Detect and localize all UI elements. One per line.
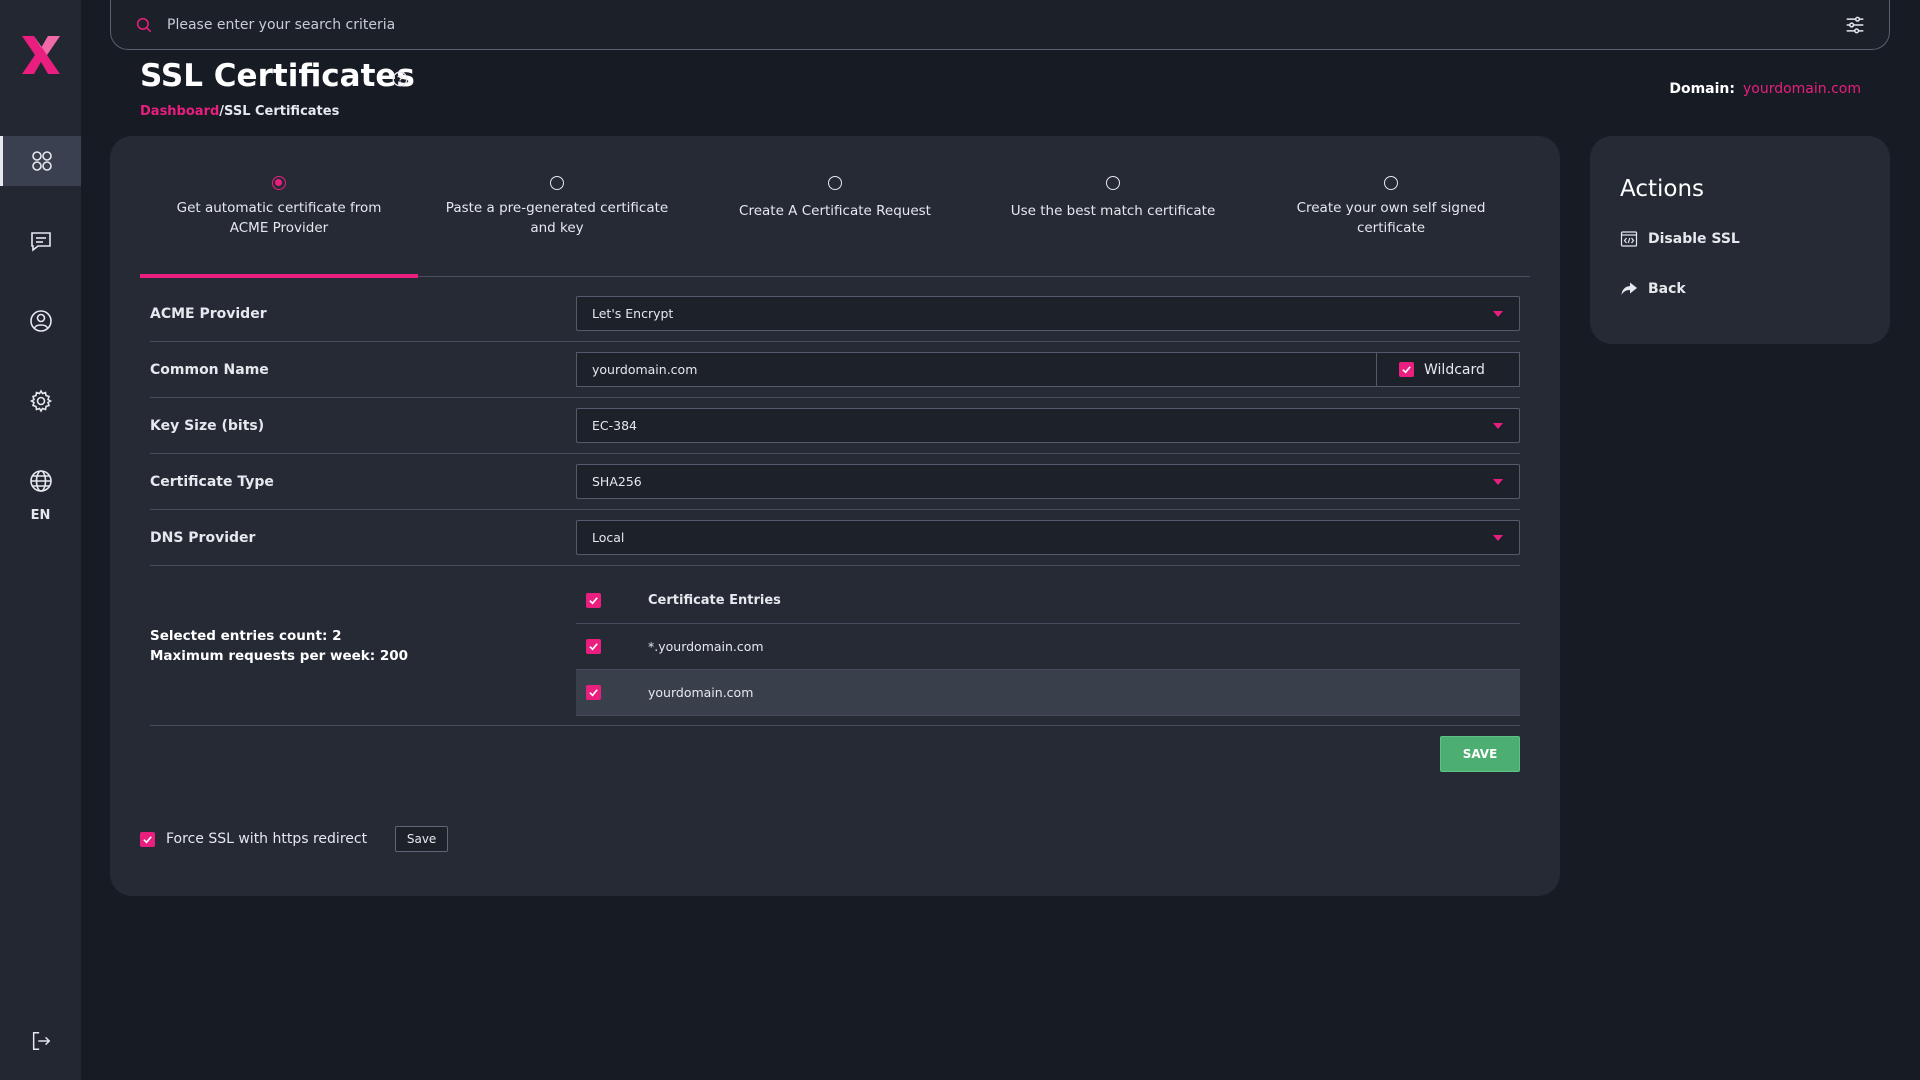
ssl-card: Get automatic certificate from ACME Prov…: [110, 136, 1560, 896]
active-step-indicator: [140, 274, 418, 278]
max-requests: Maximum requests per week: 200: [150, 648, 409, 664]
sidebar-item-language[interactable]: [0, 456, 81, 506]
step-label: Use the best match certificate: [1010, 203, 1216, 219]
step-label: Paste a pre-generated certificate and ke…: [445, 200, 669, 236]
language-label[interactable]: EN: [0, 508, 81, 523]
sidebar: EN: [0, 0, 81, 1080]
entries-divider: [150, 725, 1520, 726]
wildcard-checkbox[interactable]: Wildcard: [1376, 352, 1520, 387]
gear-icon: [29, 389, 52, 413]
force-ssl-label[interactable]: Force SSL with https redirect: [166, 831, 367, 847]
dns-provider-row: DNS Provider Local: [150, 510, 1520, 566]
code-window-icon: [1620, 231, 1638, 247]
step-radio[interactable]: [1106, 176, 1120, 190]
save-button[interactable]: SAVE: [1440, 736, 1520, 772]
certificate-type-select[interactable]: SHA256: [576, 464, 1520, 499]
step-label: Get automatic certificate from ACME Prov…: [176, 200, 382, 236]
chevron-down-icon: [1493, 311, 1503, 317]
chat-icon: [30, 232, 51, 252]
disable-ssl-action[interactable]: Disable SSL: [1620, 230, 1740, 248]
entries-info: Selected entries count: 2 Maximum reques…: [150, 626, 408, 666]
step-label: Create your own self signed certificate: [1296, 200, 1486, 236]
force-ssl-checkbox[interactable]: [140, 831, 155, 847]
step-radio[interactable]: [272, 176, 286, 190]
breadcrumb-current: SSL Certificates: [224, 104, 340, 119]
chevron-down-icon: [1493, 479, 1503, 485]
x-logo[interactable]: [20, 34, 62, 76]
grid-icon: [32, 151, 52, 171]
domain-value[interactable]: yourdomain.com: [1743, 81, 1861, 97]
user-icon: [29, 310, 52, 332]
dns-provider-select[interactable]: Local: [576, 520, 1520, 555]
dns-provider-label: DNS Provider: [150, 529, 256, 546]
actions-panel: Actions Disable SSL Back: [1590, 136, 1890, 344]
common-name-row: Common Name yourdomain.com Wildcard: [150, 342, 1520, 398]
share-arrow-icon: [1621, 282, 1637, 295]
breadcrumb-dashboard-link[interactable]: Dashboard: [140, 104, 219, 119]
acme-provider-label: ACME Provider: [150, 305, 267, 322]
logout-button[interactable]: [0, 1026, 81, 1056]
force-ssl-row: Force SSL with https redirect Save: [140, 826, 449, 852]
key-size-value: EC-384: [592, 418, 637, 433]
certificate-entries-table: Certificate Entries *.yourdomain.com you…: [576, 578, 1520, 716]
acme-provider-row: ACME Provider Let's Encrypt: [150, 286, 1520, 342]
table-row[interactable]: yourdomain.com: [576, 670, 1520, 716]
step-radio[interactable]: [550, 176, 564, 190]
chevron-down-icon: [1493, 423, 1503, 429]
domain-info: Domain: yourdomain.com: [1669, 81, 1861, 97]
step-radio[interactable]: [1384, 176, 1398, 190]
checkmark-icon: [1402, 366, 1411, 374]
chevron-down-icon: [1493, 535, 1503, 541]
breadcrumb: Dashboard/SSL Certificates: [140, 104, 339, 119]
acme-provider-value: Let's Encrypt: [592, 306, 674, 321]
entry-checkbox[interactable]: [586, 685, 601, 700]
entry-name: *.yourdomain.com: [648, 639, 764, 654]
table-header: Certificate Entries: [576, 578, 1520, 624]
certificate-type-row: Certificate Type SHA256: [150, 454, 1520, 510]
step-label: Create A Certificate Request: [739, 203, 931, 219]
search-input[interactable]: [167, 16, 1845, 33]
sidebar-item-account[interactable]: [0, 296, 81, 346]
help-icon[interactable]: [392, 71, 408, 87]
actions-title: Actions: [1620, 176, 1705, 202]
key-size-row: Key Size (bits) EC-384: [150, 398, 1520, 454]
checkbox-checked[interactable]: [1399, 362, 1414, 377]
key-size-label: Key Size (bits): [150, 417, 265, 434]
wildcard-label: Wildcard: [1424, 361, 1485, 378]
domain-label: Domain:: [1669, 81, 1735, 97]
globe-icon: [29, 470, 52, 492]
dns-provider-value: Local: [592, 530, 625, 545]
entry-name: yourdomain.com: [648, 685, 754, 700]
checkmark-icon: [143, 835, 152, 843]
checkmark-icon: [589, 597, 598, 605]
sidebar-item-settings[interactable]: [0, 376, 81, 426]
sidebar-item-messages[interactable]: [0, 216, 81, 266]
sliders-icon[interactable]: [1845, 15, 1865, 35]
common-name-label: Common Name: [150, 361, 269, 378]
force-ssl-save-button[interactable]: Save: [395, 826, 449, 852]
logout-icon: [32, 1032, 50, 1050]
search-bar: [110, 0, 1890, 50]
key-size-select[interactable]: EC-384: [576, 408, 1520, 443]
back-label: Back: [1648, 281, 1686, 297]
acme-provider-select[interactable]: Let's Encrypt: [576, 296, 1520, 331]
entries-header-label: Certificate Entries: [648, 593, 781, 608]
certificate-type-label: Certificate Type: [150, 473, 274, 490]
back-action[interactable]: Back: [1620, 280, 1686, 298]
common-name-input[interactable]: yourdomain.com: [576, 352, 1376, 387]
select-all-checkbox[interactable]: [586, 593, 601, 608]
table-row[interactable]: *.yourdomain.com: [576, 624, 1520, 670]
page-title: SSL Certificates: [140, 58, 415, 94]
disable-ssl-label: Disable SSL: [1648, 231, 1740, 247]
certificate-type-value: SHA256: [592, 474, 642, 489]
sidebar-item-dashboard[interactable]: [0, 136, 81, 186]
step-radio[interactable]: [828, 176, 842, 190]
checkmark-icon: [589, 689, 598, 697]
checkmark-icon: [589, 643, 598, 651]
search-icon: [136, 17, 152, 32]
selected-count: Selected entries count: 2: [150, 628, 342, 644]
entry-checkbox[interactable]: [586, 639, 601, 654]
